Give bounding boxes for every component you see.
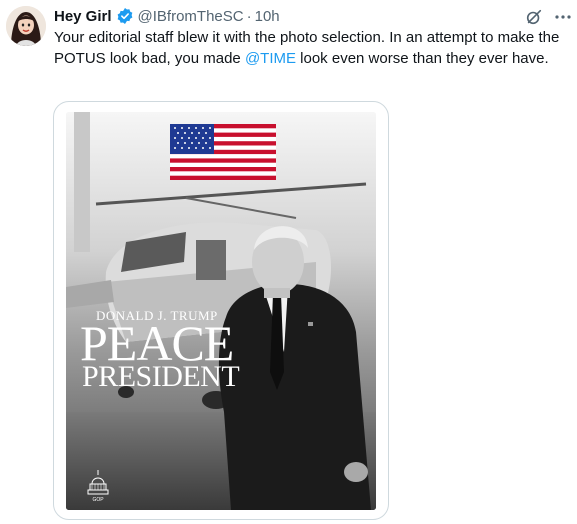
tweet: Hey Girl @IBfromTheSC · 10h Your editori… <box>0 0 577 524</box>
tweet-header: Hey Girl @IBfromTheSC · 10h <box>54 5 280 27</box>
avatar[interactable] <box>6 6 46 46</box>
more-options-icon[interactable] <box>553 8 573 26</box>
logo-text: GOP <box>92 497 104 503</box>
cover-subtitle: PRESIDENT <box>82 360 240 393</box>
verified-badge-icon[interactable] <box>116 7 134 25</box>
tweet-text: Your editorial staff blew it with the ph… <box>54 27 564 69</box>
tweet-text-after: look even worse than they ever have. <box>296 50 549 67</box>
tweet-media[interactable]: DONALD J. TRUMP PEACE PRESIDENT GOP <box>53 101 389 520</box>
magazine-cover-image[interactable]: DONALD J. TRUMP PEACE PRESIDENT GOP <box>66 112 376 510</box>
separator-dot: · <box>246 7 252 25</box>
grok-icon[interactable] <box>525 8 543 26</box>
mention-link[interactable]: @TIME <box>245 50 296 67</box>
display-name[interactable]: Hey Girl <box>54 8 112 25</box>
timestamp[interactable]: 10h <box>255 8 280 25</box>
capitol-logo-icon: GOP <box>86 470 110 504</box>
avatar-illustration <box>6 6 46 46</box>
handle[interactable]: @IBfromTheSC <box>138 8 244 25</box>
